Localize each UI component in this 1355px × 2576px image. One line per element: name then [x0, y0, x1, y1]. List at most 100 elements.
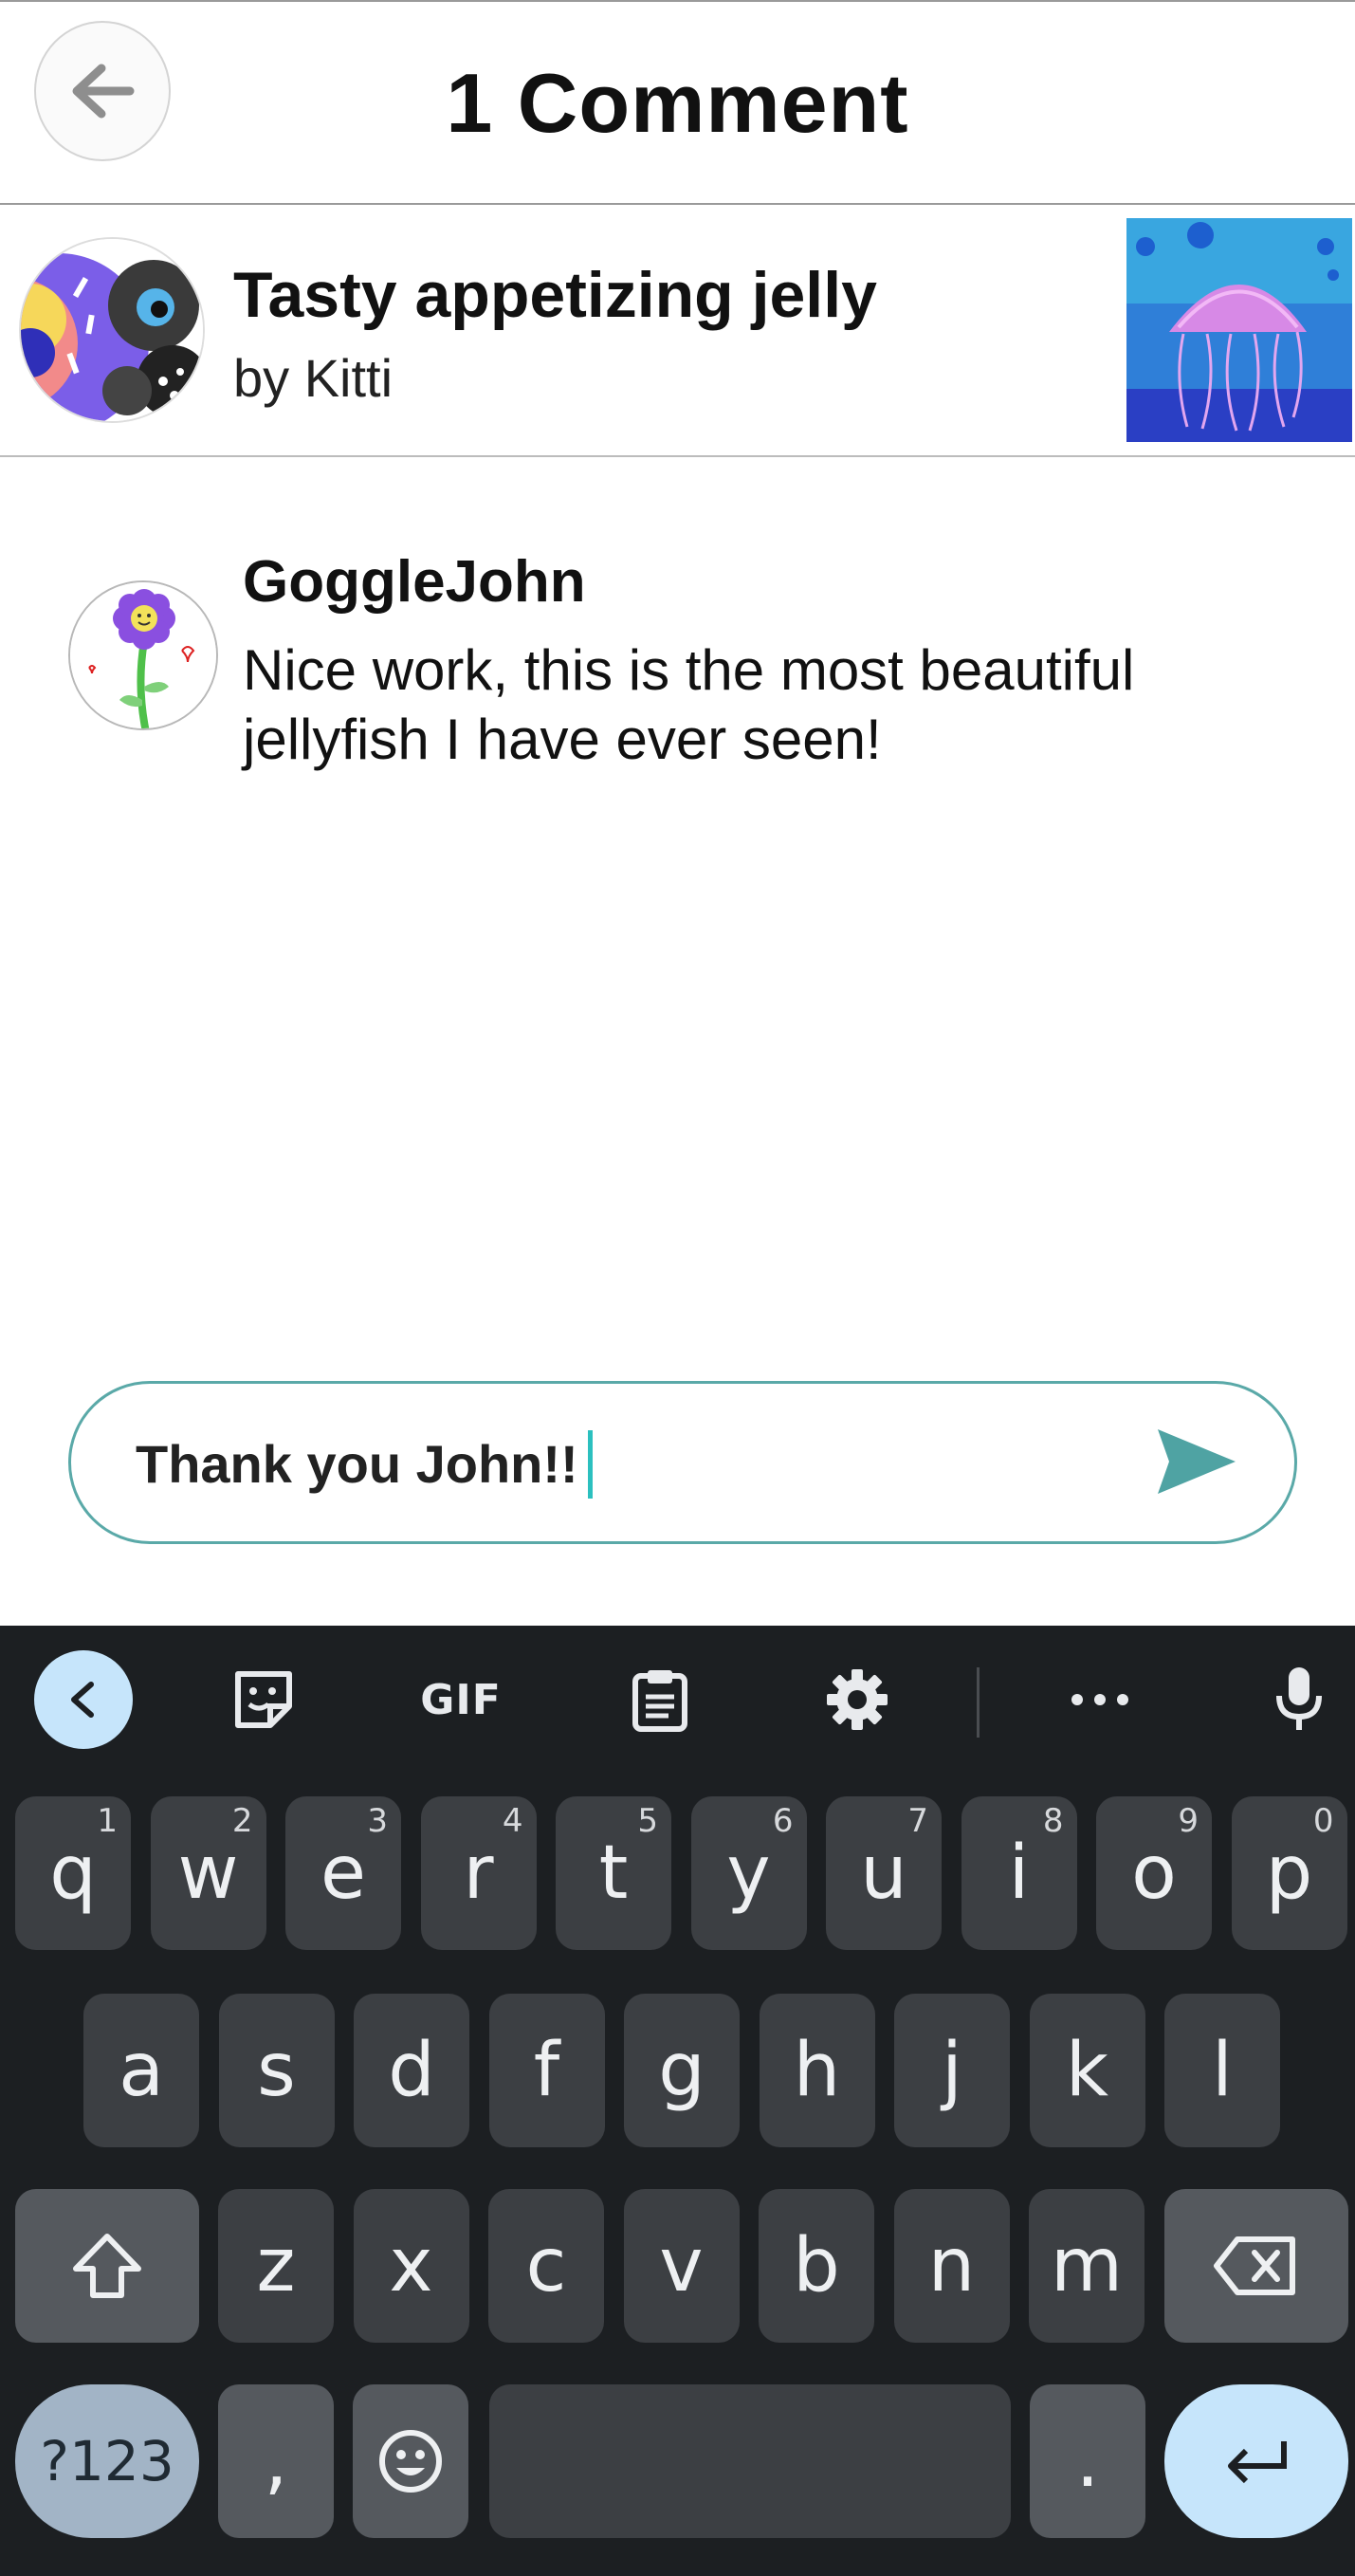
shift-key[interactable] [15, 2189, 199, 2343]
key-t[interactable]: t5 [556, 1796, 671, 1950]
key-z-label: z [256, 2223, 296, 2309]
key-e-label: e [320, 1831, 366, 1916]
text-caret [587, 1430, 593, 1500]
key-r-label: r [463, 1831, 494, 1916]
key-j-label: j [942, 2028, 962, 2113]
key-z[interactable]: z [218, 2189, 334, 2343]
comments-screen: 1 Comment Tasty appetizing jelly by Kitt… [0, 0, 1355, 2576]
emoji-icon [379, 2430, 442, 2493]
key-j[interactable]: j [894, 1994, 1010, 2147]
artwork-thumbnail[interactable] [1126, 218, 1352, 442]
key-g[interactable]: g [624, 1994, 740, 2147]
key-k[interactable]: k [1029, 1994, 1145, 2147]
more-options-button[interactable] [1051, 1650, 1149, 1749]
toolbar-divider [977, 1667, 980, 1738]
key-u[interactable]: u7 [826, 1796, 942, 1950]
gear-icon [827, 1669, 888, 1730]
comment-text: Nice work, this is the most beautiful je… [243, 638, 1135, 771]
key-t-number-hint: 5 [637, 1802, 658, 1840]
page-title: 1 Comment [446, 56, 909, 150]
key-p-label: p [1265, 1831, 1313, 1916]
keyboard-collapse-button[interactable] [34, 1650, 133, 1749]
key-w-label: w [177, 1831, 239, 1916]
gif-button[interactable]: GIF [412, 1650, 510, 1749]
commenter-avatar[interactable] [68, 580, 218, 730]
key-y[interactable]: y6 [690, 1796, 807, 1950]
space-key[interactable] [489, 2384, 1011, 2538]
key-h[interactable]: h [759, 1994, 875, 2147]
key-s-label: s [257, 2028, 296, 2113]
shift-icon [73, 2234, 141, 2298]
key-b-label: b [793, 2223, 840, 2309]
microphone-icon [1276, 1667, 1322, 1730]
artwork-author: by Kitti [233, 348, 394, 408]
key-p-number-hint: 0 [1312, 1802, 1334, 1840]
sticker-button[interactable] [214, 1650, 313, 1749]
symbols-key[interactable]: ?123 [15, 2384, 199, 2538]
key-i[interactable]: i8 [961, 1796, 1077, 1950]
comment-input[interactable]: Thank you John!! [68, 1381, 1297, 1544]
key-x-label: x [389, 2223, 433, 2309]
key-q-label: q [49, 1831, 97, 1916]
more-horizontal-icon [1071, 1694, 1128, 1705]
key-u-number-hint: 7 [907, 1802, 928, 1840]
sticker-icon [235, 1671, 292, 1728]
key-b[interactable]: b [759, 2189, 874, 2343]
key-x[interactable]: x [353, 2189, 469, 2343]
send-icon[interactable] [1156, 1426, 1237, 1498]
period-key[interactable]: . [1030, 2384, 1145, 2538]
author-avatar[interactable] [19, 237, 205, 423]
settings-button[interactable] [808, 1650, 906, 1749]
key-q-number-hint: 1 [97, 1802, 118, 1840]
key-e[interactable]: e3 [285, 1796, 401, 1950]
header: 1 Comment [0, 0, 1355, 205]
key-p[interactable]: p0 [1231, 1796, 1347, 1950]
key-d-label: d [388, 2028, 435, 2113]
backspace-icon [1214, 2236, 1295, 2295]
emoji-key[interactable] [353, 2384, 468, 2538]
comment-input-field[interactable]: Thank you John!! [136, 1430, 593, 1500]
key-q[interactable]: q1 [15, 1796, 131, 1950]
key-u-label: u [860, 1831, 907, 1916]
key-c[interactable]: c [488, 2189, 604, 2343]
clipboard-button[interactable] [611, 1650, 709, 1749]
jellyfish-thumbnail-image [1126, 218, 1352, 442]
key-r[interactable]: r4 [420, 1796, 537, 1950]
key-t-label: t [598, 1831, 629, 1916]
key-a[interactable]: a [83, 1994, 199, 2147]
key-o-number-hint: 9 [1178, 1802, 1199, 1840]
key-y-number-hint: 6 [772, 1802, 794, 1840]
key-n[interactable]: n [893, 2189, 1010, 2343]
artwork-title: Tasty appetizing jelly [233, 259, 877, 331]
key-w-number-hint: 2 [231, 1802, 253, 1840]
key-m[interactable]: m [1029, 2189, 1144, 2343]
gif-label: GIF [420, 1675, 502, 1724]
key-f-label: f [533, 2028, 560, 2113]
key-n-label: n [927, 2223, 976, 2309]
key-o-label: o [1131, 1831, 1177, 1916]
key-y-label: y [726, 1831, 771, 1916]
key-i-number-hint: 8 [1042, 1802, 1064, 1840]
key-l[interactable]: l [1164, 1994, 1280, 2147]
enter-icon [1228, 2441, 1287, 2484]
key-l-label: l [1212, 2028, 1233, 2113]
key-h-label: h [793, 2028, 841, 2113]
key-i-label: i [1008, 1831, 1030, 1916]
key-v[interactable]: v [623, 2189, 740, 2343]
key-s[interactable]: s [218, 1994, 335, 2147]
key-d[interactable]: d [354, 1994, 469, 2147]
key-o[interactable]: o9 [1096, 1796, 1212, 1950]
chevron-left-icon [71, 1682, 94, 1718]
comma-key[interactable]: , [218, 2384, 334, 2538]
key-r-number-hint: 4 [502, 1802, 523, 1840]
commenter-username[interactable]: GoggleJohn [243, 548, 586, 616]
artwork-row[interactable]: Tasty appetizing jelly by Kitti [0, 205, 1355, 457]
key-w[interactable]: w2 [150, 1796, 266, 1950]
keyboard-toolbar: GIF [0, 1626, 1355, 1777]
enter-key[interactable] [1164, 2384, 1348, 2538]
key-f[interactable]: f [488, 1994, 605, 2147]
flower-avatar-image [70, 582, 216, 728]
voice-input-button[interactable] [1250, 1650, 1348, 1749]
key-c-label: c [525, 2223, 567, 2309]
backspace-key[interactable] [1164, 2189, 1348, 2343]
